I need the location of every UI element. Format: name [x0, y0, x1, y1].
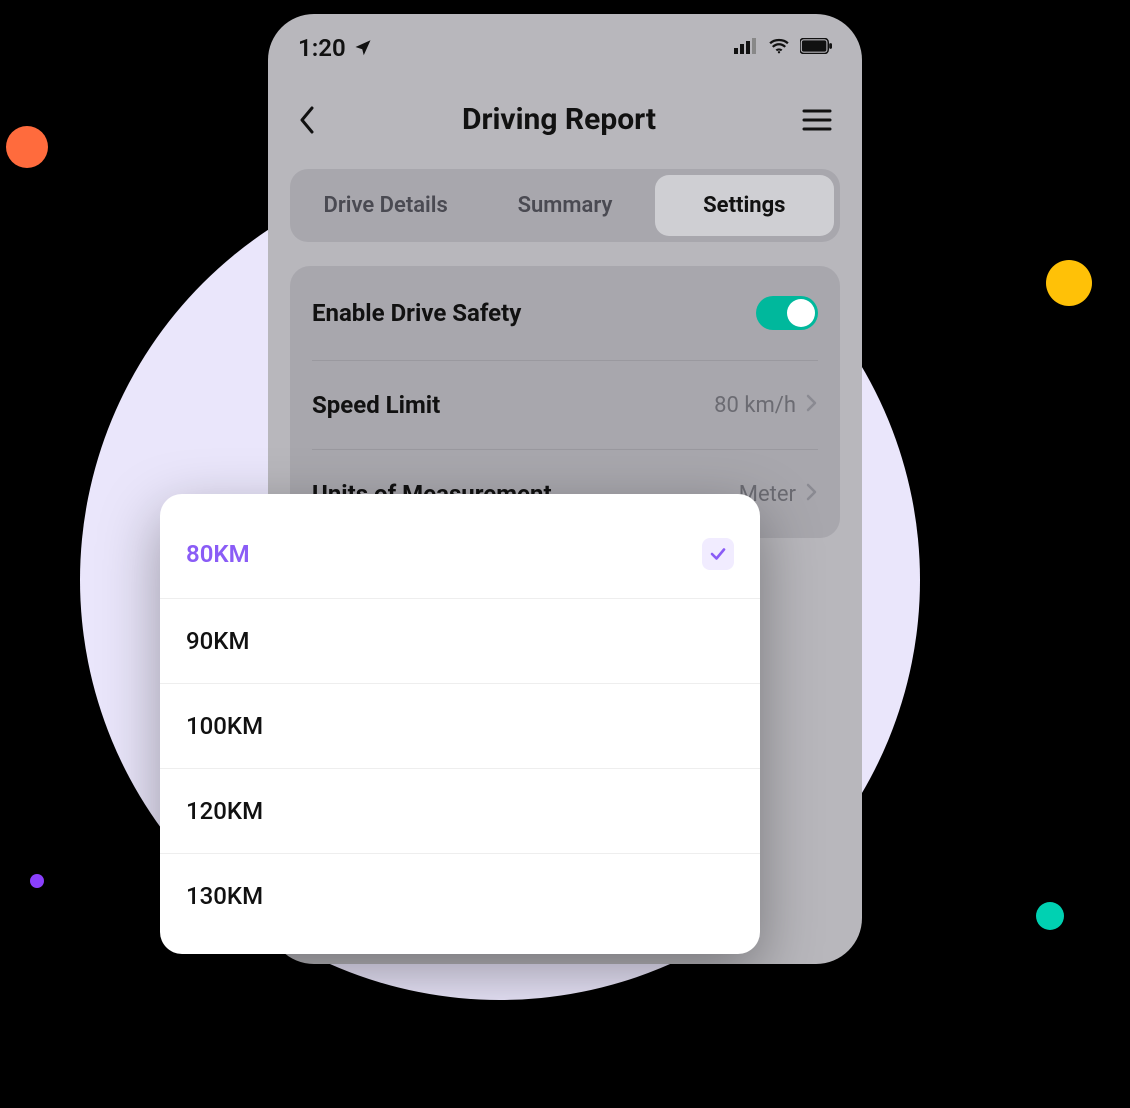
option-label: 90KM	[186, 627, 249, 655]
speed-option-120[interactable]: 120KM	[160, 769, 760, 854]
status-bar: 1:20	[268, 14, 862, 72]
speed-option-80[interactable]: 80KM	[160, 510, 760, 599]
selected-check-icon	[702, 538, 734, 570]
option-label: 100KM	[186, 712, 263, 740]
page-title: Driving Report	[462, 102, 656, 137]
decorative-dot-teal	[1036, 902, 1064, 930]
tab-label: Settings	[703, 193, 785, 218]
decorative-dot-yellow	[1046, 260, 1092, 306]
speed-limit-value: 80 km/h	[714, 393, 796, 418]
decorative-dot-purple	[30, 874, 44, 888]
speed-option-90[interactable]: 90KM	[160, 599, 760, 684]
setting-row-enable-safety: Enable Drive Safety	[312, 266, 818, 361]
setting-label: Speed Limit	[312, 391, 440, 419]
chevron-right-icon	[806, 394, 818, 416]
status-right	[734, 38, 832, 58]
wifi-icon	[768, 38, 790, 58]
status-left: 1:20	[298, 34, 372, 62]
tab-drive-details[interactable]: Drive Details	[296, 175, 475, 236]
setting-label: Enable Drive Safety	[312, 299, 521, 327]
segmented-tabs: Drive Details Summary Settings	[290, 169, 840, 242]
tab-label: Drive Details	[324, 193, 448, 218]
tab-settings[interactable]: Settings	[655, 175, 834, 236]
back-button[interactable]	[298, 106, 316, 134]
chevron-right-icon	[806, 483, 818, 505]
tab-label: Summary	[518, 193, 613, 218]
decorative-dot-orange	[6, 126, 48, 168]
location-arrow-icon	[354, 34, 372, 62]
speed-option-130[interactable]: 130KM	[160, 854, 760, 938]
setting-value-wrap: 80 km/h	[714, 393, 818, 418]
setting-row-speed-limit[interactable]: Speed Limit 80 km/h	[312, 361, 818, 450]
cellular-signal-icon	[734, 38, 758, 58]
status-time: 1:20	[298, 34, 346, 62]
option-label: 130KM	[186, 882, 263, 910]
battery-icon	[800, 38, 832, 58]
menu-button[interactable]	[802, 109, 832, 131]
nav-header: Driving Report	[268, 72, 862, 157]
tab-summary[interactable]: Summary	[475, 175, 654, 236]
toggle-knob	[787, 299, 815, 327]
option-label: 120KM	[186, 797, 263, 825]
speed-limit-options-popup: 80KM 90KM 100KM 120KM 130KM	[160, 494, 760, 954]
speed-option-100[interactable]: 100KM	[160, 684, 760, 769]
enable-safety-toggle[interactable]	[756, 296, 818, 330]
option-label: 80KM	[186, 540, 250, 568]
